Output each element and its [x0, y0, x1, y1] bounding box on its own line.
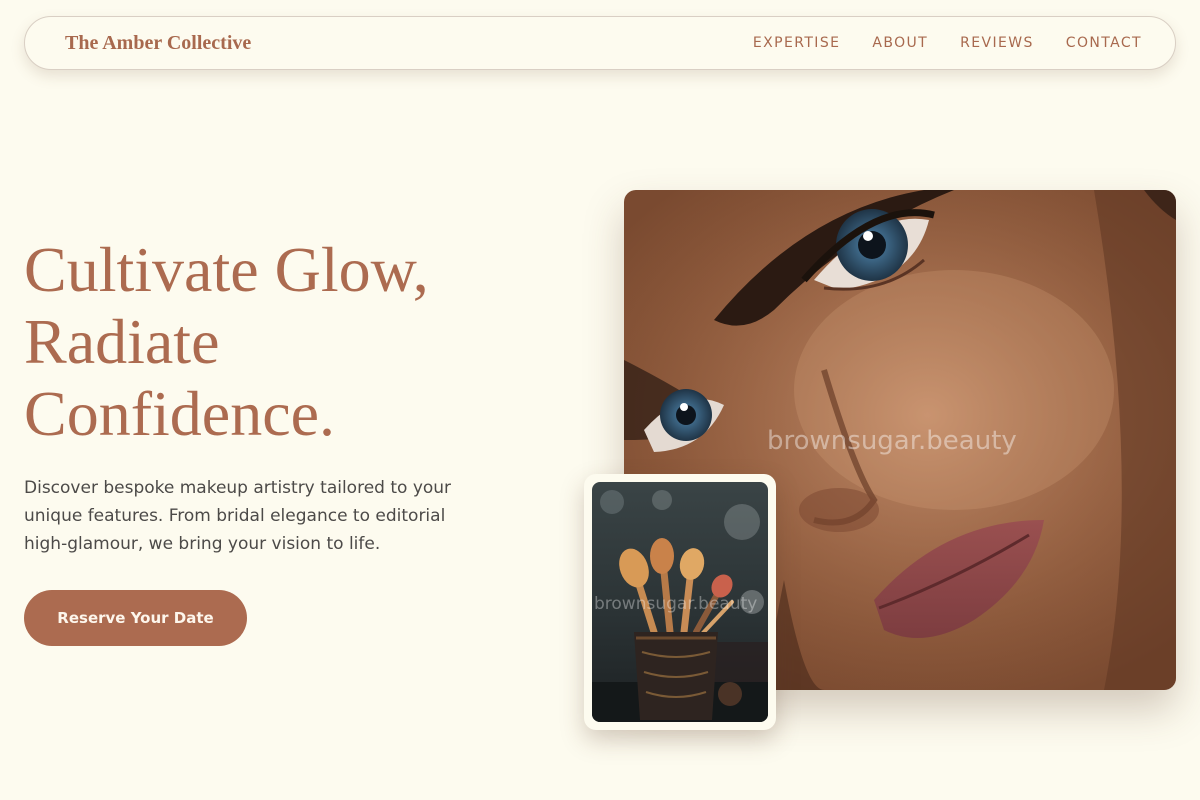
image-watermark: brownsugar.beauty	[767, 426, 1017, 456]
makeup-brushes-image-card: brownsugar.beauty	[584, 474, 776, 730]
hero-title-line: Confidence.	[24, 378, 335, 449]
image-watermark: brownsugar.beauty	[594, 594, 758, 614]
reserve-date-button[interactable]: Reserve Your Date	[24, 590, 247, 646]
nav-links: EXPERTISE ABOUT REVIEWS CONTACT	[753, 35, 1142, 51]
hero-title-line: Radiate	[24, 306, 220, 377]
hero-title-line: Cultivate Glow,	[24, 234, 429, 305]
nav-link-contact[interactable]: CONTACT	[1066, 35, 1142, 51]
nav-link-expertise[interactable]: EXPERTISE	[753, 35, 840, 51]
nav-link-reviews[interactable]: REVIEWS	[960, 35, 1034, 51]
makeup-brushes-image: brownsugar.beauty	[592, 482, 768, 722]
hero-description: Discover bespoke makeup artistry tailore…	[24, 478, 452, 554]
hero-title: Cultivate Glow, Radiate Confidence.	[24, 234, 544, 450]
top-navigation: The Amber Collective EXPERTISE ABOUT REV…	[24, 16, 1176, 70]
brand-logo[interactable]: The Amber Collective	[65, 32, 251, 55]
nav-link-about[interactable]: ABOUT	[872, 35, 928, 51]
